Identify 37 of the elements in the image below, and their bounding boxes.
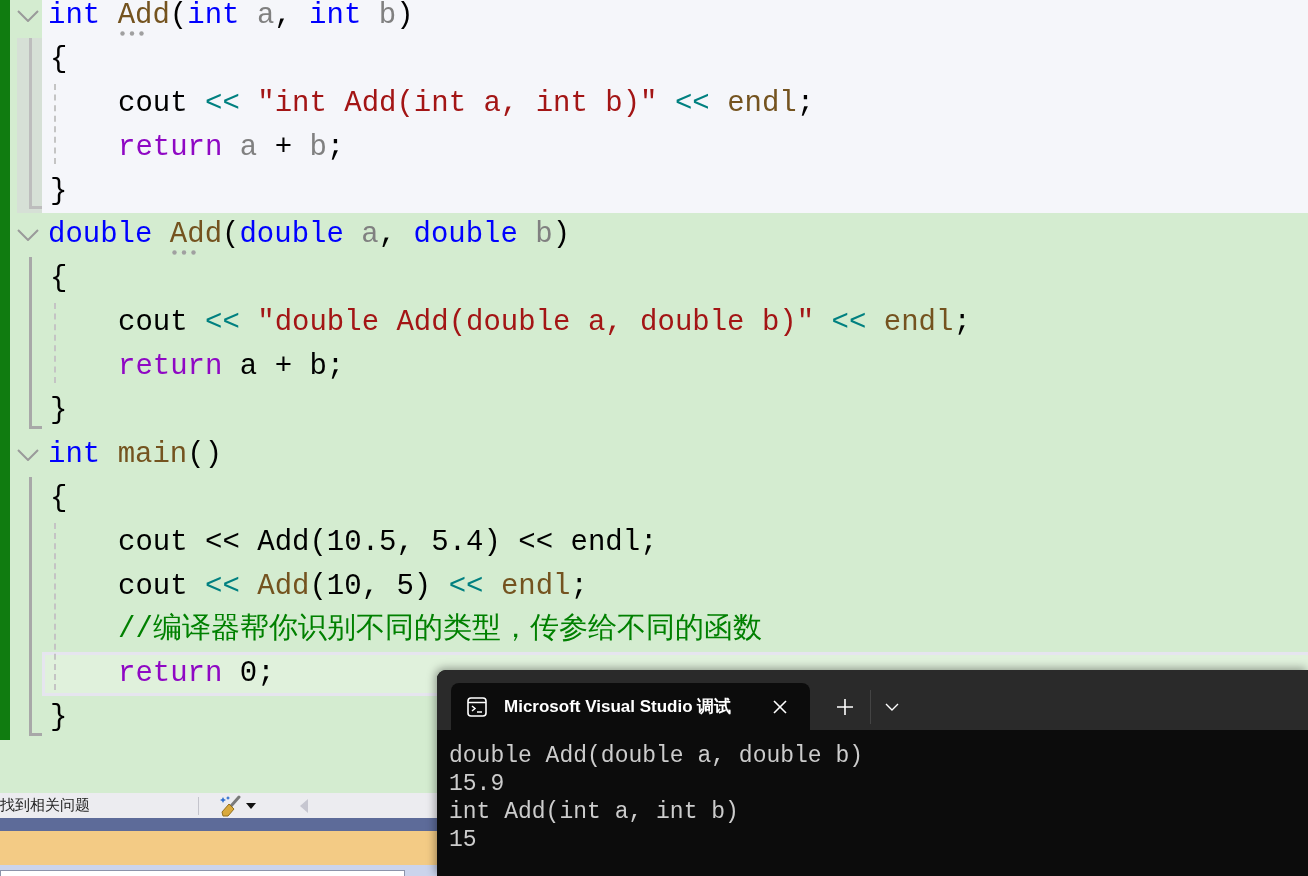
terminal-output-line: 15.9: [449, 770, 506, 798]
terminal-output-line: 15: [449, 826, 478, 854]
code-line: {: [50, 481, 68, 516]
code-line: int Add(int a, int b): [48, 0, 414, 33]
code-line: cout << Add(10.5, 5.4) << endl;: [118, 525, 658, 560]
terminal-output-line: int Add(int a, int b): [449, 798, 740, 826]
terminal-output-line: double Add(double a, double b): [449, 742, 865, 770]
broom-icon: [219, 794, 241, 817]
code-line: return 0;: [118, 657, 275, 692]
code-line: {: [50, 262, 68, 297]
terminal-icon: [467, 696, 487, 717]
close-tab-button[interactable]: [772, 698, 788, 715]
code-line: {: [50, 42, 68, 77]
suggestion-dots-icon[interactable]: [119, 30, 144, 36]
new-tab-button[interactable]: [836, 697, 854, 716]
code-line: return a + b;: [118, 350, 345, 385]
code-line: }: [50, 393, 68, 428]
caret-icon: [246, 802, 256, 809]
suggestion-dots-icon[interactable]: [171, 250, 196, 256]
close-icon: [772, 698, 788, 715]
code-line: cout << Add(10, 5) << endl;: [118, 569, 588, 604]
plus-icon: [836, 697, 854, 716]
code-line: cout << "double Add(double a, double b)" << endl;: [118, 306, 971, 341]
code-line: }: [50, 701, 68, 736]
code-line: cout << "int Add(int a, int b)" << endl;: [118, 86, 815, 121]
issues-status-text: 找到相关问题: [0, 795, 91, 816]
code-line: return a + b;: [118, 130, 345, 165]
code-line: //编译器帮你识别不同的类型，传参给不同的函数: [118, 613, 762, 648]
collapse-chevron-icon[interactable]: [17, 229, 39, 242]
code-cleanup-button[interactable]: [219, 794, 256, 817]
collapse-chevron-icon[interactable]: [17, 9, 39, 22]
code-line: int main(): [48, 437, 223, 472]
terminal-tab[interactable]: Microsoft Visual Studio 调试: [451, 683, 810, 730]
code-line: }: [50, 174, 68, 209]
code-line: double Add(double a, double b): [48, 218, 571, 253]
collapse-chevron-icon[interactable]: [17, 448, 39, 461]
chevron-down-icon: [885, 702, 899, 711]
